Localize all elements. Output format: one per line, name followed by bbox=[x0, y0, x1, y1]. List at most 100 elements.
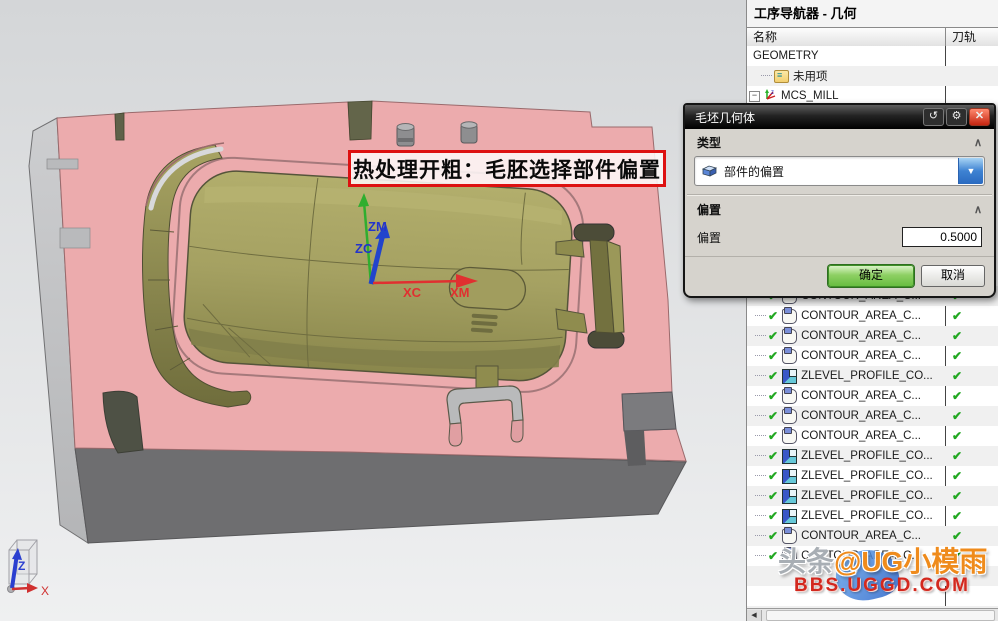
scrollbar-thumb[interactable] bbox=[766, 610, 995, 621]
gear-icon[interactable]: ⚙ bbox=[946, 108, 967, 126]
tree-row-label: MCS_MILL bbox=[781, 90, 839, 102]
toolpath-check-icon: ✔ bbox=[952, 489, 962, 503]
check-icon: ✔ bbox=[768, 549, 778, 563]
reset-icon[interactable]: ↺ bbox=[923, 108, 944, 126]
check-icon: ✔ bbox=[768, 329, 778, 343]
unused-items-icon bbox=[774, 70, 789, 83]
cancel-button[interactable]: 取消 bbox=[921, 265, 985, 287]
table-row[interactable]: ✔ CONTOUR_AREA_C... ✔ bbox=[747, 426, 998, 446]
toolpath-check-icon: ✔ bbox=[952, 329, 962, 343]
check-icon: ✔ bbox=[768, 349, 778, 363]
toolpath-check-icon: ✔ bbox=[952, 369, 962, 383]
operation-name: CONTOUR_AREA_C... bbox=[801, 310, 921, 322]
empty-row bbox=[747, 566, 998, 586]
tree-connector bbox=[755, 555, 766, 557]
offset-label: 偏置 bbox=[697, 229, 721, 246]
scroll-left-button[interactable]: ◀ bbox=[747, 610, 762, 621]
collapse-expander-icon[interactable]: − bbox=[749, 91, 760, 102]
part-body[interactable] bbox=[181, 168, 574, 383]
dialog-buttons: 确定 取消 bbox=[685, 256, 994, 296]
mcs-icon: z bbox=[763, 88, 778, 104]
dropdown-arrow-icon[interactable]: ▼ bbox=[958, 158, 983, 184]
type-value: 部件的偏置 bbox=[724, 163, 784, 180]
toolpath-check-icon: ✔ bbox=[952, 409, 962, 423]
table-row[interactable]: ✔ CONTOUR_AREA_C... ✔ bbox=[747, 326, 998, 346]
table-row[interactable]: ✔ ZLEVEL_PROFILE_CO... ✔ bbox=[747, 366, 998, 386]
check-icon: ✔ bbox=[768, 529, 778, 543]
table-header: 名称 刀轨 bbox=[747, 27, 998, 47]
operation-icon bbox=[782, 549, 797, 564]
part-offset-icon bbox=[701, 164, 718, 178]
type-section-header[interactable]: 类型 ∧ bbox=[685, 129, 994, 153]
viewport-3d[interactable]: ZM ZC XC XM Z X 热处理开粗：毛胚 bbox=[0, 0, 748, 621]
type-dropdown[interactable]: 部件的偏置 ▼ bbox=[694, 156, 985, 186]
toolpath-check-icon: ✔ bbox=[952, 469, 962, 483]
table-row[interactable]: ✔ CONTOUR_AREA_C... ✔ bbox=[747, 346, 998, 366]
operation-name: ZLEVEL_PROFILE_CO... bbox=[801, 510, 933, 522]
operation-icon bbox=[782, 469, 797, 484]
table-row[interactable]: ✔ ZLEVEL_PROFILE_CO... ✔ bbox=[747, 446, 998, 466]
check-icon: ✔ bbox=[768, 389, 778, 403]
column-header-name[interactable]: 名称 bbox=[747, 28, 946, 46]
tree-connector bbox=[755, 375, 766, 377]
axis-label-x: X bbox=[41, 584, 49, 598]
check-icon: ✔ bbox=[768, 469, 778, 483]
viewport-scene[interactable]: ZM ZC XC XM Z X bbox=[0, 0, 748, 621]
tree-connector bbox=[755, 455, 766, 457]
type-section-label: 类型 bbox=[697, 134, 721, 151]
panel-title: 工序导航器 - 几何 bbox=[747, 0, 998, 25]
table-row[interactable]: ✔ ZLEVEL_PROFILE_CO... ✔ bbox=[747, 466, 998, 486]
table-row[interactable]: ✔ CONTOUR_AREA_C... ✔ bbox=[747, 306, 998, 326]
toolpath-check-icon: ✔ bbox=[952, 349, 962, 363]
annotation-text: 热处理开粗：毛胚选择部件偏置 bbox=[353, 154, 661, 184]
table-row[interactable]: ✔ CONTOUR_AREA_C... ✔ bbox=[747, 386, 998, 406]
close-icon[interactable]: ✕ bbox=[969, 108, 990, 126]
chevron-up-icon[interactable]: ∧ bbox=[970, 203, 986, 216]
offset-section-header[interactable]: 偏置 ∧ bbox=[685, 196, 994, 220]
operation-navigator-panel: 工序导航器 - 几何 名称 刀轨 GEOMETRY 未用项 − z bbox=[746, 0, 998, 621]
offset-input[interactable] bbox=[902, 227, 982, 247]
toolpath-check-icon: ✔ bbox=[952, 549, 962, 563]
operation-icon bbox=[782, 489, 797, 504]
operation-name: CONTOUR_AREA_C... bbox=[801, 410, 921, 422]
operation-name: CONTOUR_AREA_C... bbox=[801, 430, 921, 442]
tree-connector bbox=[755, 335, 766, 337]
tree-connector bbox=[755, 355, 766, 357]
operation-icon bbox=[782, 389, 797, 404]
axis-label-xc: XC bbox=[403, 285, 422, 300]
table-row[interactable]: ✔ CONTOUR_AREA_C... ✔ bbox=[747, 526, 998, 546]
table-row[interactable]: ✔ CONTOUR_AREA_C... ✔ bbox=[747, 406, 998, 426]
table-row[interactable]: ✔ CONTOUR_AREA_C... ✔ bbox=[747, 546, 998, 566]
check-icon: ✔ bbox=[768, 309, 778, 323]
check-icon: ✔ bbox=[768, 489, 778, 503]
offset-section-label: 偏置 bbox=[697, 201, 721, 218]
tree-connector bbox=[755, 535, 766, 537]
tree-row-geometry[interactable]: GEOMETRY bbox=[747, 46, 998, 66]
table-row[interactable]: ✔ ZLEVEL_PROFILE_CO... ✔ bbox=[747, 486, 998, 506]
axis-label-zm: ZM bbox=[368, 219, 387, 234]
check-icon: ✔ bbox=[768, 509, 778, 523]
dialog-titlebar[interactable]: 毛坯几何体 ↺ ⚙ ✕ bbox=[685, 105, 994, 129]
operation-icon bbox=[782, 369, 797, 384]
tree-connector bbox=[755, 395, 766, 397]
dialog-title: 毛坯几何体 bbox=[695, 109, 921, 126]
tree-row-unused[interactable]: 未用项 bbox=[747, 66, 998, 86]
operation-name: CONTOUR_AREA_C... bbox=[801, 390, 921, 402]
axis-label-zc: ZC bbox=[355, 241, 373, 256]
table-row[interactable]: ✔ ZLEVEL_PROFILE_CO... ✔ bbox=[747, 506, 998, 526]
toolpath-check-icon: ✔ bbox=[952, 429, 962, 443]
toolpath-check-icon: ✔ bbox=[952, 449, 962, 463]
chevron-up-icon[interactable]: ∧ bbox=[970, 136, 986, 149]
check-icon: ✔ bbox=[768, 429, 778, 443]
ok-button[interactable]: 确定 bbox=[828, 265, 914, 287]
check-icon: ✔ bbox=[768, 369, 778, 383]
horizontal-scrollbar[interactable]: ◀ bbox=[747, 608, 998, 621]
toolpath-check-icon: ✔ bbox=[952, 529, 962, 543]
operation-name: ZLEVEL_PROFILE_CO... bbox=[801, 450, 933, 462]
operation-icon bbox=[782, 349, 797, 364]
toolpath-check-icon: ✔ bbox=[952, 389, 962, 403]
column-header-toolpath[interactable]: 刀轨 bbox=[946, 28, 998, 46]
tree-connector bbox=[755, 515, 766, 517]
blank-geometry-dialog: 毛坯几何体 ↺ ⚙ ✕ 类型 ∧ 部件的偏置 ▼ 偏置 ∧ 偏置 bbox=[683, 103, 996, 298]
operation-name: ZLEVEL_PROFILE_CO... bbox=[801, 370, 933, 382]
